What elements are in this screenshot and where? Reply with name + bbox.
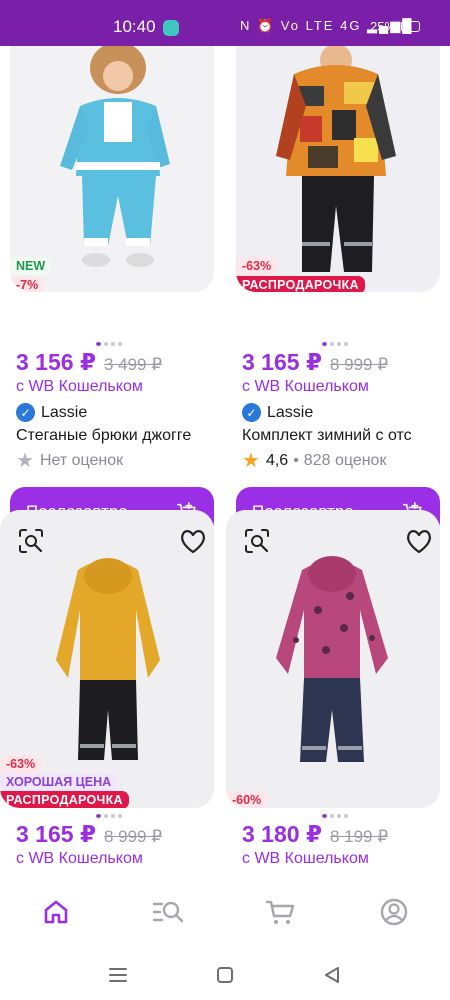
star-icon: ★ — [242, 450, 260, 472]
search-by-photo-icon[interactable] — [16, 526, 46, 556]
good-price-badge: ХОРОШАЯ ЦЕНА — [0, 773, 118, 791]
old-price: 8 199 ₽ — [329, 827, 389, 846]
brand[interactable]: ✓ Lassie — [16, 403, 87, 422]
product-image[interactable]: -63% ХОРОШАЯ ЦЕНА РАСПРОДАРОЧКА — [0, 510, 214, 808]
wallet-note: с WB Кошельком — [16, 850, 143, 867]
product-card[interactable]: -63% ХОРОШАЯ ЦЕНА РАСПРОДАРОЧКА 3 165 ₽ … — [0, 510, 214, 872]
rating: ★ 4,6 • 828 оценок — [242, 450, 387, 472]
badge-new: NEW — [10, 257, 52, 275]
price: 3 165 ₽ — [242, 349, 322, 375]
brand-name: Lassie — [267, 403, 314, 421]
discount-badge: -63% — [236, 257, 278, 275]
battery-icon — [401, 21, 420, 32]
badge-group: -63% ХОРОШАЯ ЦЕНА РАСПРОДАРОЧКА — [0, 754, 129, 808]
rating-count: 828 оценок — [303, 452, 387, 469]
bottom-tab-bar — [0, 872, 450, 952]
recent-apps-icon[interactable] — [106, 964, 130, 986]
chat-notification-icon — [163, 20, 179, 36]
wallet-note: с WB Кошельком — [242, 850, 369, 867]
badge-group: NEW -7% — [10, 256, 52, 292]
verified-check-icon: ✓ — [242, 403, 261, 422]
back-icon[interactable] — [320, 964, 344, 986]
image-carousel-dots — [96, 342, 122, 346]
sale-badge: РАСПРОДАРОЧКА — [236, 276, 365, 292]
product-card[interactable]: -63% РАСПРОДАРОЧКА 3 165 ₽ 8 999 ₽ с WB … — [226, 46, 440, 537]
price: 3 156 ₽ — [16, 349, 96, 375]
product-image[interactable]: NEW -7% — [10, 46, 214, 292]
rating-value: 4,6 — [265, 452, 289, 469]
product-image[interactable]: -63% РАСПРОДАРОЧКА — [236, 46, 440, 292]
old-price: 3 499 ₽ — [103, 355, 163, 374]
price: 3 165 ₽ — [16, 821, 96, 847]
product-card[interactable]: -60% 3 180 ₽ 8 199 ₽ с WB Кошельком — [226, 510, 440, 872]
price: 3 180 ₽ — [242, 821, 322, 847]
profile-icon[interactable] — [376, 894, 412, 930]
rating: ★ Нет оценок — [16, 450, 124, 472]
image-carousel-dots — [322, 814, 348, 818]
discount-badge: -63% — [0, 755, 42, 773]
wallet-note: с WB Кошельком — [242, 378, 369, 395]
discount-badge: -7% — [10, 276, 45, 292]
product-title[interactable]: Комплект зимний с отс — [242, 427, 436, 445]
image-carousel-dots — [96, 814, 122, 818]
badge-group: -63% РАСПРОДАРОЧКА — [236, 256, 365, 292]
wallet-note: с WB Кошельком — [16, 378, 143, 395]
badge-group: -60% — [226, 790, 268, 808]
rating-text: Нет оценок — [39, 452, 124, 469]
product-card[interactable]: NEW -7% 3 156 ₽ 3 499 ₽ с WB Кошельком ✓… — [0, 46, 214, 537]
separator-dot: • — [293, 452, 299, 469]
home-button-icon[interactable] — [213, 964, 237, 986]
product-image[interactable]: -60% — [226, 510, 440, 808]
clock: 10:40 — [113, 17, 156, 36]
image-carousel-dots — [322, 342, 348, 346]
old-price: 8 999 ₽ — [329, 355, 389, 374]
system-navigation-bar — [0, 952, 450, 1000]
old-price: 8 999 ₽ — [103, 827, 163, 846]
home-icon[interactable] — [38, 894, 74, 930]
brand-name: Lassie — [41, 403, 88, 421]
brand[interactable]: ✓ Lassie — [242, 403, 313, 422]
product-title[interactable]: Стеганые брюки джогге — [16, 427, 210, 445]
sale-badge: РАСПРОДАРОЧКА — [0, 791, 129, 808]
heart-icon[interactable] — [178, 526, 208, 556]
heart-icon[interactable] — [404, 526, 434, 556]
verified-check-icon: ✓ — [16, 403, 35, 422]
star-icon: ★ — [16, 450, 34, 472]
cart-icon[interactable] — [263, 894, 299, 930]
battery-percent: 25% — [370, 19, 397, 34]
search-by-photo-icon[interactable] — [242, 526, 272, 556]
discount-badge: -60% — [226, 791, 268, 808]
catalog-search-icon[interactable] — [150, 894, 186, 930]
status-bar: 10:40 N ⏰ Vo LTE 4G ▂▄▆█ 25% — [0, 0, 450, 46]
